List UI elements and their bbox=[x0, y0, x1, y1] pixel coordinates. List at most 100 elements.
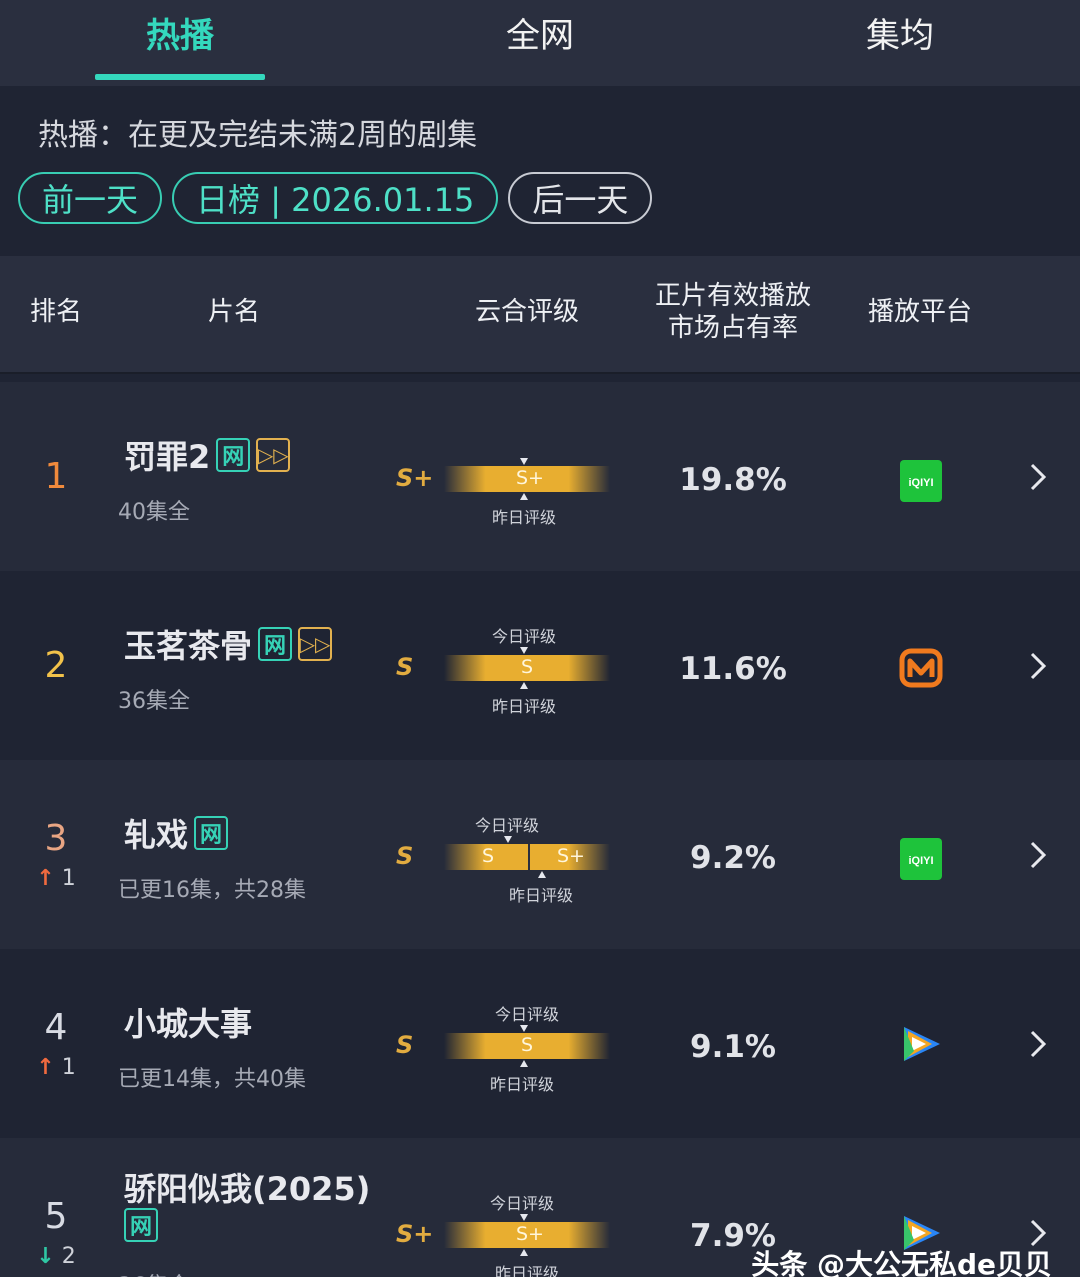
table-row[interactable]: 3 ↑ 1 轧戏 网 已更16集，共28集 S 今日评级 S S+ 昨日评级 9… bbox=[0, 760, 1080, 949]
rank-number: 2 bbox=[44, 645, 68, 686]
grade-bar: S+ bbox=[444, 1214, 610, 1256]
show-title-text: 罚罪2 bbox=[124, 438, 211, 476]
prev-day-button[interactable]: 前一天 bbox=[18, 172, 163, 224]
market-share: 9.2% bbox=[690, 840, 776, 876]
chevron-right-icon[interactable] bbox=[1026, 1029, 1050, 1059]
grade-value: S bbox=[396, 1031, 414, 1059]
yesterday-grade-label: 昨日评级 bbox=[492, 508, 557, 527]
show-title: 小城大事 bbox=[124, 999, 252, 1045]
arrow-down-icon: ↓ bbox=[36, 1244, 55, 1269]
rank-number: 5 bbox=[44, 1196, 68, 1237]
column-market-share: 正片有效播放 市场占有率 bbox=[654, 281, 811, 343]
show-title: 轧戏 网 bbox=[124, 810, 229, 856]
today-marker-icon bbox=[520, 1025, 528, 1032]
yesterday-grade-label: 昨日评级 bbox=[509, 886, 574, 905]
yesterday-grade: S+ bbox=[557, 845, 585, 867]
yesterday-marker-icon bbox=[520, 682, 528, 689]
list-description: 热播：在更及完结未满2周的剧集 bbox=[38, 118, 478, 153]
grade-bar: S bbox=[444, 1025, 610, 1067]
show-title: 骄阳似我(2025) bbox=[124, 1164, 370, 1210]
episode-status: 36集全 bbox=[118, 1268, 190, 1277]
yesterday-grade-label: 昨日评级 bbox=[492, 697, 557, 716]
tab-all-network[interactable]: 全网 bbox=[360, 0, 720, 86]
yesterday-marker-icon bbox=[538, 871, 546, 878]
grade-divider bbox=[528, 844, 530, 870]
rank-trend: ↑ 1 bbox=[0, 1055, 112, 1080]
chevron-right-icon[interactable] bbox=[1026, 840, 1050, 870]
rank-change: 2 bbox=[61, 1244, 76, 1269]
yesterday-grade-label: 昨日评级 bbox=[495, 1264, 560, 1277]
episode-status: 已更14集，共40集 bbox=[118, 1067, 306, 1092]
today-marker-icon bbox=[520, 647, 528, 654]
network-badge: 网 bbox=[258, 627, 293, 661]
svg-text:iQIYI: iQIYI bbox=[908, 855, 933, 867]
yesterday-marker-icon bbox=[520, 1249, 528, 1256]
rank-change: 1 bbox=[61, 1055, 76, 1080]
today-marker-icon bbox=[520, 458, 528, 465]
episode-status: 已更16集，共28集 bbox=[118, 878, 306, 903]
network-badge: 网 bbox=[124, 1208, 158, 1242]
yesterday-grade-label: 昨日评级 bbox=[490, 1075, 555, 1094]
table-row[interactable]: 1 罚罪2 网 ▷▷ 40集全 S+ S+ 昨日评级 19.8% iQIYI bbox=[0, 382, 1080, 571]
chevron-right-icon[interactable] bbox=[1026, 651, 1050, 681]
tab-hot[interactable]: 热播 bbox=[0, 0, 360, 86]
grade-bar: S S+ bbox=[444, 836, 610, 878]
svg-text:iQIYI: iQIYI bbox=[908, 477, 933, 489]
grade-bar: S+ bbox=[444, 458, 610, 500]
grade-bar: S bbox=[444, 647, 610, 689]
yesterday-marker-icon bbox=[520, 1060, 528, 1067]
episode-status: 36集全 bbox=[118, 689, 190, 714]
episode-status: 40集全 bbox=[118, 500, 190, 525]
show-title-text: 小城大事 bbox=[124, 1005, 253, 1043]
show-title-text: 玉茗茶骨 bbox=[124, 627, 253, 665]
chevron-right-icon[interactable] bbox=[1026, 462, 1050, 492]
rank-number: 3 bbox=[44, 818, 68, 859]
today-marker-icon bbox=[520, 1214, 528, 1221]
show-title: 罚罪2 网 ▷▷ bbox=[124, 432, 291, 478]
today-grade: S bbox=[521, 656, 534, 678]
network-badge: 网 bbox=[194, 816, 229, 850]
rank-change: 1 bbox=[61, 866, 76, 891]
column-rank: 排名 bbox=[30, 297, 83, 327]
today-grade-label: 今日评级 bbox=[495, 1005, 560, 1024]
market-share: 9.1% bbox=[690, 1029, 776, 1065]
today-grade: S bbox=[521, 1034, 534, 1056]
date-navigation: 前一天 日榜 | 2026.01.15 后一天 bbox=[0, 172, 1080, 256]
column-grade: 云合评级 bbox=[475, 297, 580, 327]
show-badges: 网 bbox=[124, 1208, 158, 1242]
today-grade: S bbox=[482, 845, 495, 867]
mango-tv-icon bbox=[899, 648, 943, 688]
today-grade-label: 今日评级 bbox=[490, 1194, 555, 1213]
show-title-text: 轧戏 bbox=[124, 816, 189, 854]
rank-number: 4 bbox=[44, 1007, 68, 1048]
show-title-text: 骄阳似我(2025) bbox=[124, 1170, 371, 1208]
today-marker-icon bbox=[504, 836, 512, 843]
vip-badge-icon: ▷▷ bbox=[298, 627, 333, 661]
date-selector[interactable]: 日榜 | 2026.01.15 bbox=[172, 172, 499, 224]
table-row[interactable]: 2 玉茗茶骨 网 ▷▷ 36集全 S 今日评级 S 昨日评级 11.6% bbox=[0, 571, 1080, 760]
column-title: 片名 bbox=[208, 297, 261, 327]
tab-episode-average[interactable]: 集均 bbox=[720, 0, 1080, 86]
iqiyi-icon: iQIYI bbox=[900, 460, 942, 502]
grade-value: S+ bbox=[396, 464, 434, 492]
rank-trend: ↓ 2 bbox=[0, 1244, 112, 1269]
next-day-button[interactable]: 后一天 bbox=[508, 172, 653, 224]
tencent-video-icon bbox=[904, 1027, 940, 1061]
today-grade-label: 今日评级 bbox=[475, 816, 540, 835]
market-share: 11.6% bbox=[679, 651, 787, 687]
today-grade-label: 今日评级 bbox=[492, 627, 557, 646]
rank-number: 1 bbox=[44, 456, 68, 497]
show-title: 玉茗茶骨 网 ▷▷ bbox=[124, 621, 333, 667]
vip-badge-icon: ▷▷ bbox=[256, 438, 291, 472]
table-row[interactable]: 4 ↑ 1 小城大事 已更14集，共40集 S 今日评级 S 昨日评级 9.1% bbox=[0, 949, 1080, 1138]
yesterday-marker-icon bbox=[520, 493, 528, 500]
market-share: 19.8% bbox=[679, 462, 787, 498]
tab-bar: 热播 全网 集均 bbox=[0, 0, 1080, 86]
arrow-up-icon: ↑ bbox=[36, 866, 55, 891]
arrow-up-icon: ↑ bbox=[36, 1055, 55, 1080]
iqiyi-icon: iQIYI bbox=[900, 838, 942, 880]
table-header: 排名 片名 云合评级 正片有效播放 市场占有率 播放平台 bbox=[0, 256, 1080, 374]
grade-value: S bbox=[396, 842, 414, 870]
column-platform: 播放平台 bbox=[868, 297, 973, 327]
network-badge: 网 bbox=[216, 438, 251, 472]
